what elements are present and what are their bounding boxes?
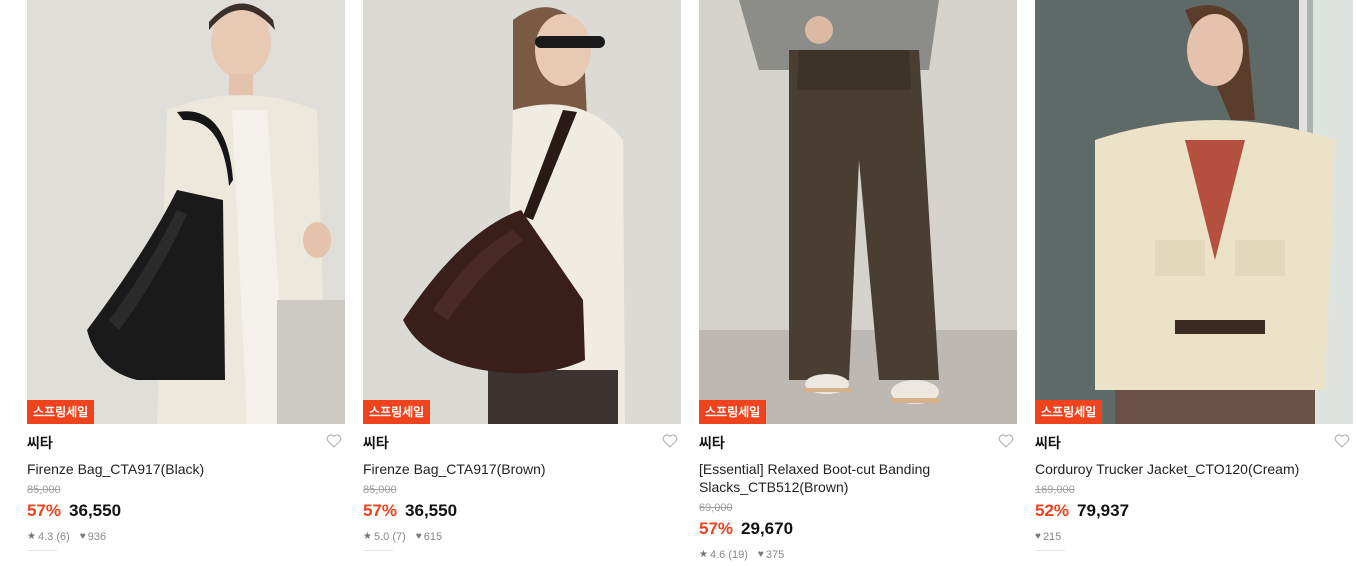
original-price: 85,000	[27, 484, 61, 496]
price-row: 57% 29,670	[699, 517, 1017, 541]
price-row: 57% 36,550	[27, 499, 345, 523]
rating-value: 4.6	[709, 549, 726, 561]
likes: ♥ 936	[80, 530, 106, 544]
brand-name[interactable]: 씨타	[1035, 431, 1061, 455]
star-icon: ★	[27, 531, 36, 542]
discount-rate: 57%	[699, 519, 734, 538]
rating-value: 5.0	[373, 531, 390, 543]
product-meta: ★ 5.0 (7) ♥ 615	[363, 530, 681, 544]
like-count: 936	[87, 531, 107, 543]
product-photo	[27, 0, 345, 424]
product-card[interactable]: 스프링세일 씨타 Firenze Bag_CTA917(Brown) 85,00…	[363, 0, 681, 566]
sale-price: 36,550	[69, 501, 122, 520]
sale-badge: 스프링세일	[27, 400, 95, 424]
product-image[interactable]: 스프링세일	[27, 0, 345, 424]
heart-filled-icon: ♥	[1035, 531, 1041, 542]
product-image[interactable]: 스프링세일	[363, 0, 681, 424]
divider	[363, 550, 393, 555]
product-card[interactable]: 스프링세일 씨타 [Essential] Relaxed Boot-cut Ba…	[699, 0, 1017, 566]
review-count: (7)	[392, 531, 406, 543]
product-meta: ★ 4.6 (19) ♥ 375	[699, 548, 1017, 562]
star-icon: ★	[363, 531, 372, 542]
divider	[27, 550, 57, 555]
likes: ♥ 215	[1035, 530, 1061, 544]
rating: ★ 4.6 (19)	[699, 548, 748, 562]
sale-badge: 스프링세일	[363, 400, 431, 424]
product-meta: ♥ 215	[1035, 530, 1353, 544]
sale-price: 36,550	[405, 501, 458, 520]
discount-rate: 57%	[27, 501, 62, 520]
rating: ★ 4.3 (6)	[27, 530, 70, 544]
review-count: (6)	[56, 531, 70, 543]
product-photo	[1035, 0, 1353, 424]
price-row: 57% 36,550	[363, 499, 681, 523]
discount-rate: 57%	[363, 501, 398, 520]
heart-icon[interactable]	[661, 432, 679, 450]
likes: ♥ 615	[416, 530, 442, 544]
product-name[interactable]: Firenze Bag_CTA917(Black)	[27, 460, 345, 478]
discount-rate: 52%	[1035, 501, 1070, 520]
heart-icon[interactable]	[1333, 432, 1351, 450]
like-count: 615	[423, 531, 443, 543]
sale-badge: 스프링세일	[699, 400, 767, 424]
product-card[interactable]: 스프링세일 씨타 Firenze Bag_CTA917(Black) 85,00…	[27, 0, 345, 566]
product-card[interactable]: 스프링세일 씨타 Corduroy Trucker Jacket_CTO120(…	[1035, 0, 1353, 566]
brand-name[interactable]: 씨타	[363, 431, 389, 455]
brand-name[interactable]: 씨타	[699, 431, 725, 455]
heart-filled-icon: ♥	[757, 549, 764, 560]
sale-price: 29,670	[741, 519, 794, 538]
product-name[interactable]: Firenze Bag_CTA917(Brown)	[363, 460, 681, 478]
review-count: (19)	[728, 549, 748, 561]
brand-name[interactable]: 씨타	[27, 431, 53, 455]
star-icon: ★	[699, 549, 708, 560]
product-photo	[363, 0, 681, 424]
heart-icon[interactable]	[997, 432, 1015, 450]
like-count: 215	[1042, 531, 1062, 543]
sale-price: 79,937	[1077, 501, 1130, 520]
product-grid: 스프링세일 씨타 Firenze Bag_CTA917(Black) 85,00…	[0, 0, 1358, 566]
heart-icon[interactable]	[325, 432, 343, 450]
product-photo	[699, 0, 1017, 424]
rating: ★ 5.0 (7)	[363, 530, 406, 544]
sale-badge: 스프링세일	[1035, 400, 1103, 424]
heart-filled-icon: ♥	[79, 531, 86, 542]
product-name[interactable]: Corduroy Trucker Jacket_CTO120(Cream)	[1035, 460, 1353, 478]
original-price: 69,000	[699, 502, 733, 514]
original-price: 85,000	[363, 484, 397, 496]
price-row: 52% 79,937	[1035, 499, 1353, 523]
product-meta: ★ 4.3 (6) ♥ 936	[27, 530, 345, 544]
product-image[interactable]: 스프링세일	[1035, 0, 1353, 424]
original-price: 169,000	[1035, 484, 1075, 496]
product-name[interactable]: [Essential] Relaxed Boot-cut Banding Sla…	[699, 460, 1017, 496]
rating-value: 4.3	[37, 531, 54, 543]
divider	[1035, 550, 1065, 555]
product-image[interactable]: 스프링세일	[699, 0, 1017, 424]
like-count: 375	[765, 549, 785, 561]
likes: ♥ 375	[758, 548, 784, 562]
heart-filled-icon: ♥	[415, 531, 422, 542]
